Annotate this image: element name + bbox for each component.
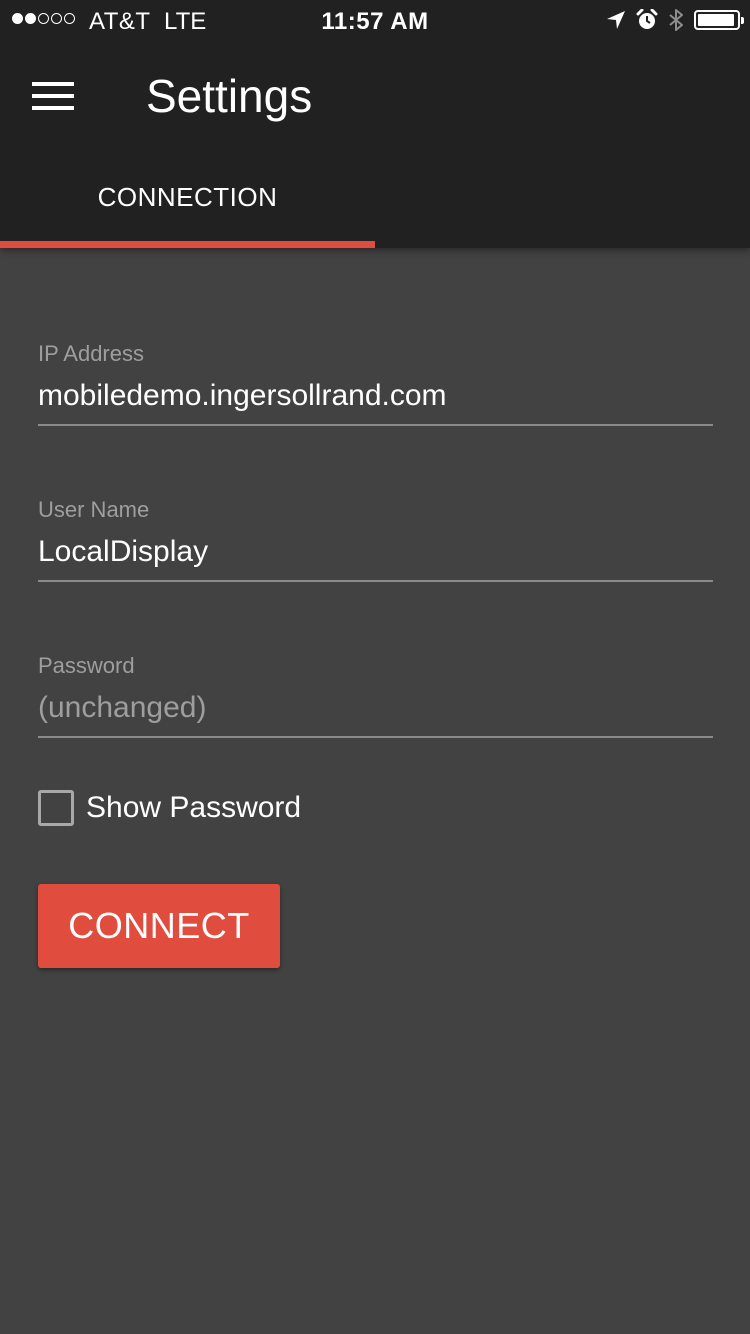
app-header: AT&T LTE 11:57 AM Settings CONNECTION: [0, 0, 750, 248]
menu-bar: [32, 82, 74, 86]
ip-address-field-group: IP Address: [38, 340, 713, 426]
tab-connection[interactable]: CONNECTION: [0, 160, 375, 248]
status-bar: AT&T LTE 11:57 AM: [0, 0, 750, 40]
page-title: Settings: [146, 70, 313, 122]
password-input[interactable]: [38, 688, 713, 738]
location-arrow-icon: [607, 11, 625, 29]
show-password-toggle[interactable]: Show Password: [38, 790, 301, 826]
show-password-label: Show Password: [86, 791, 302, 824]
alarm-clock-icon: [636, 9, 658, 29]
user-name-label: User Name: [38, 497, 150, 522]
show-password-checkbox[interactable]: [38, 790, 74, 826]
tab-active-indicator: [0, 241, 375, 248]
menu-bar: [32, 106, 74, 110]
bluetooth-icon: [669, 9, 683, 31]
password-field-group: Password: [38, 652, 713, 738]
user-name-field-group: User Name: [38, 496, 713, 582]
battery-icon: [694, 10, 744, 30]
status-icons: [606, 8, 744, 32]
menu-bar: [32, 94, 74, 98]
user-name-input[interactable]: [38, 532, 713, 582]
password-label: Password: [38, 653, 135, 678]
ip-address-label: IP Address: [38, 341, 144, 366]
connect-button[interactable]: CONNECT: [38, 884, 280, 968]
tab-label: CONNECTION: [97, 182, 278, 212]
hamburger-menu-icon[interactable]: [32, 80, 76, 112]
battery-level: [698, 14, 735, 26]
ip-address-input[interactable]: [38, 376, 713, 426]
